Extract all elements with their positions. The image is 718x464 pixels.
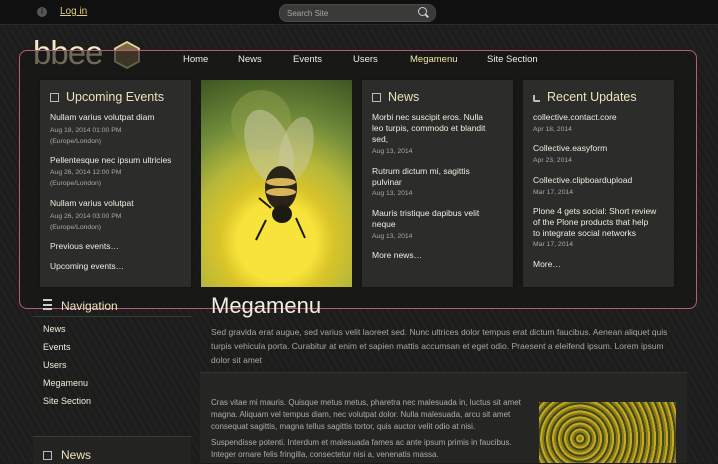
bee-on-flower-image <box>201 80 352 287</box>
event-link[interactable]: Pellentesque nec ipsum ultricies <box>50 155 171 166</box>
sidebar-item-megamenu[interactable]: Megamenu <box>43 378 88 388</box>
update-link[interactable]: Collective.clipboardupload <box>533 175 632 186</box>
upcoming-events-link[interactable]: Upcoming events… <box>50 261 124 271</box>
calendar-icon <box>50 93 59 102</box>
event-link[interactable]: Nullam varius volutpat <box>50 198 134 209</box>
update-date: Mar 17, 2014 <box>533 189 574 196</box>
sidebar-item-users[interactable]: Users <box>43 360 67 370</box>
news-date: Aug 13, 2014 <box>372 233 413 240</box>
update-date: Apr 18, 2014 <box>533 126 572 133</box>
body-paragraph: Suspendisse potenti. Interdum et malesua… <box>211 438 512 459</box>
update-link[interactable]: Plone 4 gets social: Short review of the … <box>533 206 656 239</box>
recent-updates-panel: Recent Updates collective.contact.core A… <box>523 80 674 287</box>
update-date: Mar 17, 2014 <box>533 241 574 248</box>
nav-site-section[interactable]: Site Section <box>487 54 538 65</box>
nav-events[interactable]: Events <box>293 54 322 65</box>
event-timezone: (Europe/London) <box>50 224 102 231</box>
top-bar: i Log in <box>0 0 718 25</box>
update-date: Apr 23, 2014 <box>533 157 572 164</box>
more-news-link[interactable]: More news… <box>372 250 422 260</box>
news-item-link[interactable]: Morbi nec suscipit eros. Nulla leo turpis… <box>372 112 485 145</box>
event-timezone: (Europe/London) <box>50 138 102 145</box>
sidebar-item-site-section[interactable]: Site Section <box>43 396 91 406</box>
news-icon <box>372 93 381 102</box>
previous-events-link[interactable]: Previous events… <box>50 241 119 251</box>
search-icon[interactable] <box>418 7 427 16</box>
event-date: Aug 26, 2014 12:00 PM <box>50 169 122 176</box>
news-date: Aug 13, 2014 <box>372 148 413 155</box>
divider <box>33 316 191 317</box>
navigation-title: Navigation <box>61 299 118 313</box>
body-paragraph: Cras vitae mi mauris. Quisque metus metu… <box>211 398 521 431</box>
news-date: Aug 13, 2014 <box>372 190 413 197</box>
news-item-link[interactable]: Rutrum dictum mi, sagittis pulvinar <box>372 166 470 188</box>
event-timezone: (Europe/London) <box>50 180 102 187</box>
nav-home[interactable]: Home <box>183 54 208 65</box>
page-title: Megamenu <box>211 293 322 318</box>
sidebar-news-portlet: News <box>33 436 191 464</box>
sidebar-item-news[interactable]: News <box>43 324 66 334</box>
search-box[interactable] <box>279 4 436 22</box>
sidebar-item-events[interactable]: Events <box>43 342 71 352</box>
more-updates-link[interactable]: More… <box>533 259 561 269</box>
news-icon <box>43 451 52 460</box>
login-link[interactable]: Log in <box>60 6 87 17</box>
news-title: News <box>388 90 420 104</box>
updates-title: Recent Updates <box>547 90 637 104</box>
sidebar-navigation: Navigation News Events Users Megamenu Si… <box>33 296 191 424</box>
event-date: Aug 26, 2014 03:00 PM <box>50 213 122 220</box>
info-icon[interactable]: i <box>37 7 47 17</box>
sunflower-field-image <box>539 402 676 463</box>
nav-megamenu[interactable]: Megamenu <box>410 54 458 65</box>
news-panel: News Morbi nec suscipit eros. Nulla leo t… <box>362 80 513 287</box>
event-date: Aug 18, 2014 01:00 PM <box>50 127 122 134</box>
sidebar-news-title: News <box>61 448 92 462</box>
update-link[interactable]: collective.contact.core <box>533 112 617 123</box>
event-link[interactable]: Nullam varius volutpat diam <box>50 112 154 123</box>
menu-icon <box>43 299 52 310</box>
news-item-link[interactable]: Mauris tristique dapibus velit neque <box>372 208 479 230</box>
bee-illustration <box>231 90 314 241</box>
upcoming-events-panel: Upcoming Events Nullam varius volutpat d… <box>40 80 191 287</box>
rss-icon <box>533 95 540 102</box>
nav-news[interactable]: News <box>238 54 262 65</box>
events-title: Upcoming Events <box>66 90 164 104</box>
search-input[interactable] <box>287 6 407 20</box>
nav-users[interactable]: Users <box>353 54 378 65</box>
update-link[interactable]: Collective.easyform <box>533 143 607 154</box>
lead-paragraph: Sed gravida erat augue, sed varius velit… <box>211 327 668 365</box>
